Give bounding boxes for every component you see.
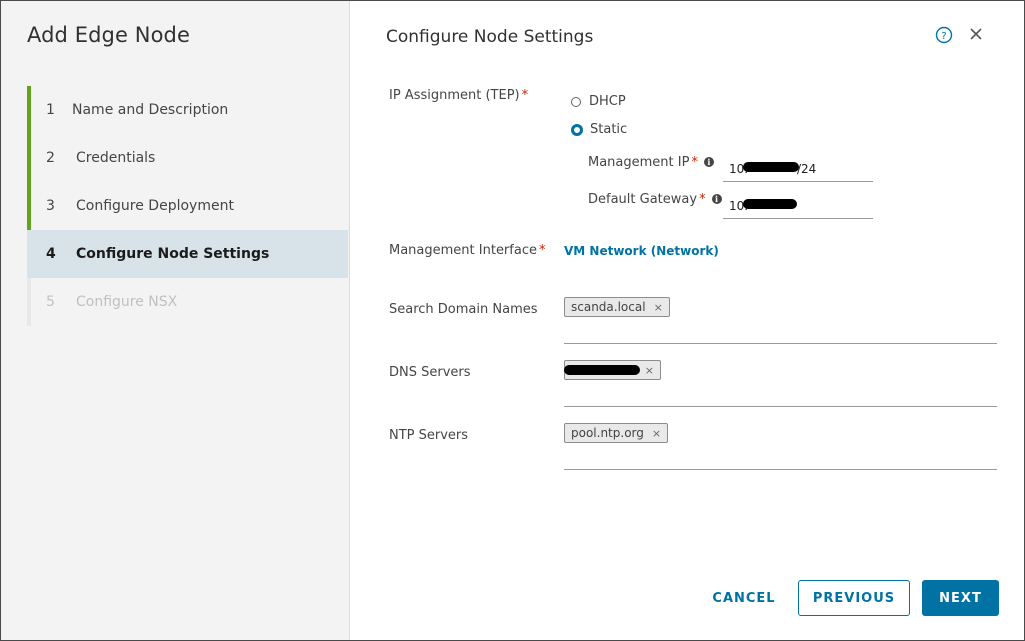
tag-remove-icon[interactable]: × bbox=[654, 301, 663, 314]
tag-label: scanda.local bbox=[571, 300, 646, 314]
tag-remove-icon[interactable]: × bbox=[652, 427, 661, 440]
close-icon[interactable] bbox=[968, 26, 984, 42]
step-configure-deployment[interactable]: 3 Configure Deployment bbox=[27, 182, 348, 230]
radio-static-label: Static bbox=[590, 122, 628, 137]
redaction-mark bbox=[743, 199, 797, 209]
default-gateway-label: Default Gateway * i bbox=[588, 192, 722, 207]
ip-assignment-text: IP Assignment (TEP) bbox=[389, 88, 520, 103]
step-credentials[interactable]: 2 Credentials bbox=[27, 134, 348, 182]
search-domain-input[interactable] bbox=[564, 343, 997, 344]
info-icon[interactable]: i bbox=[703, 157, 714, 167]
radio-dhcp[interactable]: DHCP bbox=[571, 94, 626, 109]
management-ip-label: Management IP * i bbox=[588, 155, 714, 170]
radio-static-circle[interactable] bbox=[571, 123, 583, 136]
step-number: 5 bbox=[46, 294, 55, 310]
required-mark: * bbox=[699, 192, 706, 207]
radio-dhcp-circle[interactable] bbox=[571, 96, 581, 107]
radio-static[interactable]: Static bbox=[571, 122, 627, 137]
management-ip-suffix: /24 bbox=[797, 162, 817, 176]
default-gateway-text: Default Gateway bbox=[588, 192, 698, 207]
radio-dhcp-label: DHCP bbox=[589, 94, 626, 109]
info-icon[interactable]: i bbox=[711, 194, 722, 204]
redaction-mark bbox=[564, 365, 640, 375]
help-circle-icon[interactable]: ? bbox=[935, 26, 953, 44]
step-number: 3 bbox=[46, 198, 55, 214]
dns-servers-label: DNS Servers bbox=[389, 365, 471, 380]
ntp-servers-input[interactable] bbox=[564, 469, 997, 470]
management-interface-label: Management Interface * bbox=[389, 243, 545, 258]
wizard-sidebar: Add Edge Node 1 Name and Description 2 C… bbox=[1, 1, 350, 640]
management-ip-text: Management IP bbox=[588, 155, 690, 170]
management-interface-link[interactable]: VM Network (Network) bbox=[564, 244, 719, 258]
dns-servers-input[interactable] bbox=[564, 406, 997, 407]
ip-assignment-label: IP Assignment (TEP) * bbox=[389, 88, 528, 103]
required-mark: * bbox=[521, 88, 529, 103]
step-number: 1 bbox=[46, 102, 55, 118]
required-mark: * bbox=[691, 155, 698, 170]
tag-label: pool.ntp.org bbox=[571, 426, 644, 440]
step-label: Configure NSX bbox=[76, 294, 178, 310]
tag-remove-icon[interactable]: × bbox=[645, 364, 654, 377]
search-domain-tag: scanda.local × bbox=[564, 297, 670, 317]
ntp-servers-label: NTP Servers bbox=[389, 428, 469, 443]
section-title: Configure Node Settings bbox=[386, 27, 594, 47]
step-label: Credentials bbox=[76, 150, 156, 166]
ntp-server-tag: pool.ntp.org × bbox=[564, 423, 669, 443]
redaction-mark bbox=[743, 162, 799, 172]
step-name-and-description[interactable]: 1 Name and Description bbox=[27, 86, 348, 134]
step-label: Configure Node Settings bbox=[76, 246, 270, 262]
dialog-title: Add Edge Node bbox=[27, 23, 190, 47]
step-number: 4 bbox=[46, 246, 56, 262]
step-label: Configure Deployment bbox=[76, 198, 234, 214]
svg-text:?: ? bbox=[941, 31, 946, 42]
step-configure-nsx: 5 Configure NSX bbox=[27, 278, 348, 326]
required-mark: * bbox=[538, 243, 546, 258]
step-label: Name and Description bbox=[72, 102, 229, 118]
management-interface-text: Management Interface bbox=[389, 243, 537, 258]
step-number: 2 bbox=[46, 150, 55, 166]
next-button[interactable]: NEXT bbox=[922, 580, 999, 616]
previous-button[interactable]: PREVIOUS bbox=[798, 580, 910, 616]
search-domain-label: Search Domain Names bbox=[389, 302, 538, 317]
add-edge-node-dialog: Add Edge Node 1 Name and Description 2 C… bbox=[0, 0, 1025, 641]
wizard-steps: 1 Name and Description 2 Credentials 3 C… bbox=[27, 86, 348, 326]
step-configure-node-settings[interactable]: 4 Configure Node Settings bbox=[27, 230, 348, 278]
cancel-button[interactable]: CANCEL bbox=[701, 580, 787, 616]
